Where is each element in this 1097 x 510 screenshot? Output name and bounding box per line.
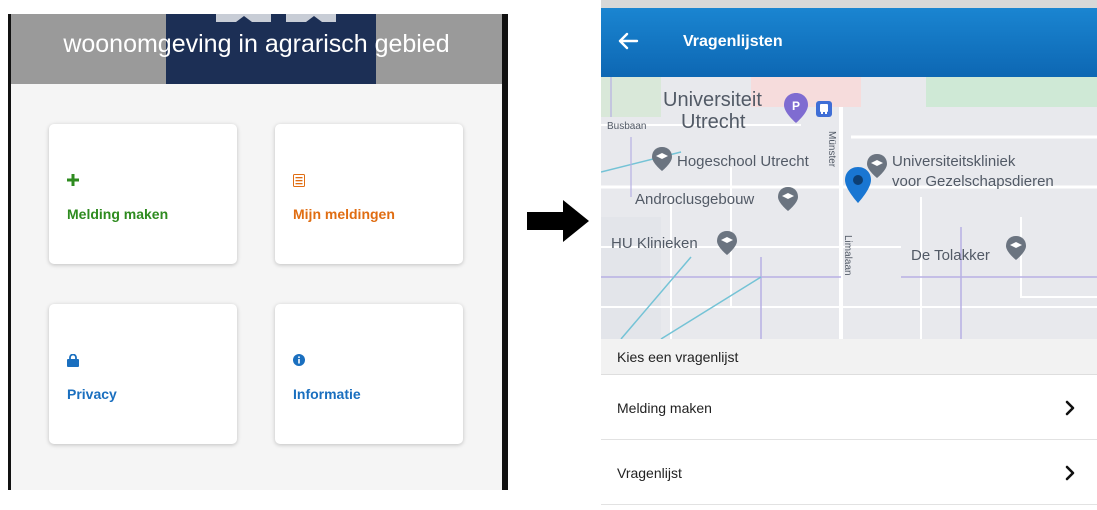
right-arrow-icon: [527, 200, 589, 242]
tile-label: Melding maken: [67, 206, 169, 222]
list-item-melding-maken[interactable]: Melding maken: [601, 376, 1097, 440]
university-marker-icon: [717, 231, 737, 255]
logo-icon: [216, 14, 336, 22]
map-label: De Tolakker: [911, 247, 990, 264]
map-label: HU Klinieken: [611, 235, 698, 252]
info-icon: [293, 354, 309, 370]
map-label: Utrecht: [681, 111, 746, 133]
tile-mijn-meldingen[interactable]: Mijn meldingen: [275, 124, 463, 264]
map-canvas: [601, 77, 1097, 339]
screen-title: Vragenlijsten: [683, 33, 783, 50]
map-label: Universiteit: [663, 89, 762, 111]
svg-text:P: P: [792, 99, 800, 113]
left-home-screen: woonomgeving in agrarisch gebied Melding…: [11, 14, 502, 490]
list-item-label: Vragenlijst: [617, 465, 682, 481]
tile-melding-maken[interactable]: Melding maken: [49, 124, 237, 264]
list-item-label: Melding maken: [617, 400, 712, 416]
chevron-right-icon: [1065, 465, 1075, 481]
parking-marker-icon: P: [784, 93, 808, 123]
map-label: Busbaan: [607, 121, 647, 132]
left-header-banner: woonomgeving in agrarisch gebied: [11, 14, 502, 84]
left-phone-screenshot: woonomgeving in agrarisch gebied Melding…: [8, 14, 508, 490]
bus-stop-icon: [816, 101, 832, 117]
comparison-canvas: woonomgeving in agrarisch gebied Melding…: [0, 0, 1097, 510]
list-item-vragenlijst[interactable]: Vragenlijst: [601, 441, 1097, 505]
map-label: Münster: [826, 131, 837, 168]
map-label: Limalaan: [842, 235, 853, 276]
app-bar: Vragenlijsten: [601, 8, 1097, 77]
map-label: Universiteitskliniek: [892, 153, 1016, 170]
right-phone-screenshot: Vragenlijsten P Universiteit Utrecht Bus…: [601, 0, 1097, 510]
list-header-label: Kies een vragenlijst: [617, 349, 739, 365]
map-label: Androclusgebouw: [635, 191, 755, 208]
tile-informatie[interactable]: Informatie: [275, 304, 463, 444]
tile-label: Informatie: [293, 386, 361, 402]
tile-label: Mijn meldingen: [293, 206, 395, 222]
location-pin-icon[interactable]: [845, 167, 871, 203]
tile-label: Privacy: [67, 386, 117, 402]
map-label: voor Gezelschapsdieren: [892, 173, 1054, 190]
status-strip: [601, 0, 1097, 8]
map-view[interactable]: P Universiteit Utrecht Busbaan Hogeschoo…: [601, 77, 1097, 339]
university-marker-icon: [778, 187, 798, 211]
list-icon: [293, 174, 309, 190]
university-marker-icon: [652, 147, 672, 171]
chevron-right-icon: [1065, 400, 1075, 416]
back-arrow-icon[interactable]: [617, 30, 639, 52]
map-label: Hogeschool Utrecht: [677, 153, 809, 170]
plus-icon: [67, 174, 83, 190]
university-marker-icon: [1006, 236, 1026, 260]
app-title: woonomgeving in agrarisch gebied: [63, 30, 450, 58]
tile-privacy[interactable]: Privacy: [49, 304, 237, 444]
list-header: Kies een vragenlijst: [601, 339, 1097, 375]
lock-icon: [67, 353, 83, 370]
